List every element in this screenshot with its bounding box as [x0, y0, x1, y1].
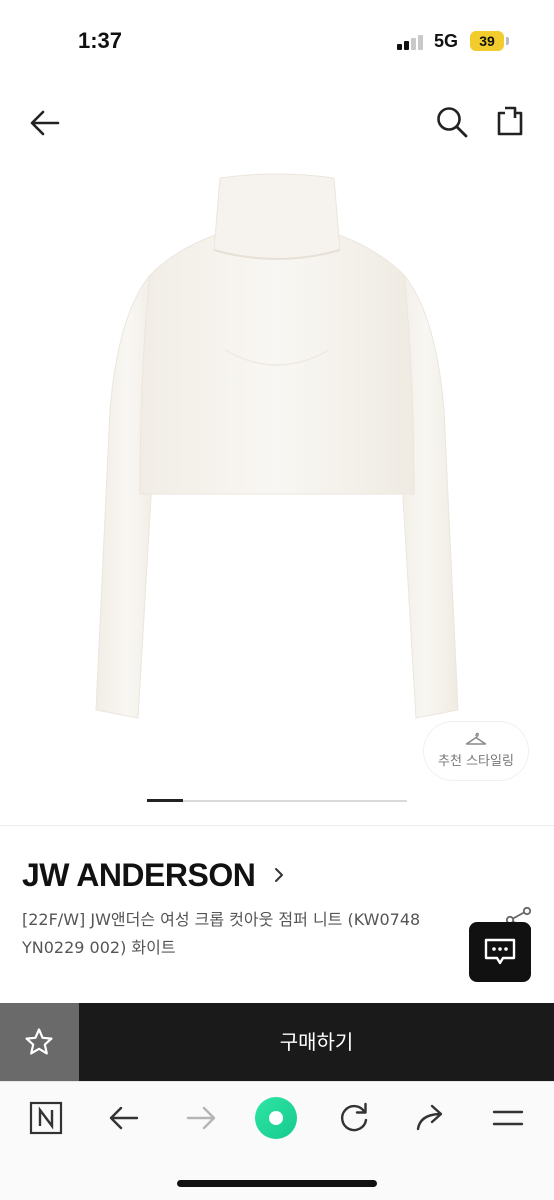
forward-arrow-icon[interactable] [183, 1100, 219, 1136]
battery-indicator: 39 [470, 31, 504, 51]
product-image[interactable] [0, 150, 554, 790]
brand-name: JW ANDERSON [22, 856, 256, 893]
share-arrow-icon[interactable] [413, 1100, 449, 1136]
naver-n-icon[interactable] [28, 1100, 64, 1136]
brand-link[interactable]: JW ANDERSON [22, 855, 285, 895]
purchase-bar: 구매하기 [0, 1003, 554, 1081]
recommended-styling-button[interactable]: 추천 스타일링 [424, 722, 528, 780]
gallery-progress-track [147, 799, 407, 802]
share-icon[interactable] [492, 104, 528, 140]
network-type: 5G [434, 31, 459, 51]
section-divider [0, 825, 554, 826]
star-icon [25, 1028, 53, 1055]
back-arrow-icon[interactable] [106, 1100, 142, 1136]
chat-button[interactable] [469, 922, 531, 982]
wishlist-button[interactable] [0, 1003, 79, 1081]
reload-icon[interactable] [336, 1100, 372, 1136]
home-indicator [177, 1180, 377, 1187]
signal-strength-icon [397, 34, 425, 50]
product-title: [22F/W] JW앤더슨 여성 크롭 컷아웃 점퍼 니트 (KW0748 YN… [22, 910, 421, 957]
recommended-styling-label: 추천 스타일링 [438, 754, 514, 769]
status-bar: 1:37 5G 39 [0, 0, 554, 84]
buy-button[interactable]: 구매하기 [79, 1003, 554, 1081]
chevron-right-icon [275, 868, 284, 882]
product-photo-sweater [95, 173, 459, 719]
menu-icon[interactable] [490, 1100, 526, 1136]
green-dot-icon[interactable] [254, 1096, 298, 1140]
status-time: 1:37 [78, 28, 123, 53]
gallery-progress-fill [147, 799, 184, 802]
back-icon[interactable] [28, 106, 62, 140]
battery-tip [506, 37, 509, 45]
search-icon[interactable] [434, 104, 470, 140]
chat-icon [484, 938, 516, 965]
hanger-icon [465, 732, 487, 745]
